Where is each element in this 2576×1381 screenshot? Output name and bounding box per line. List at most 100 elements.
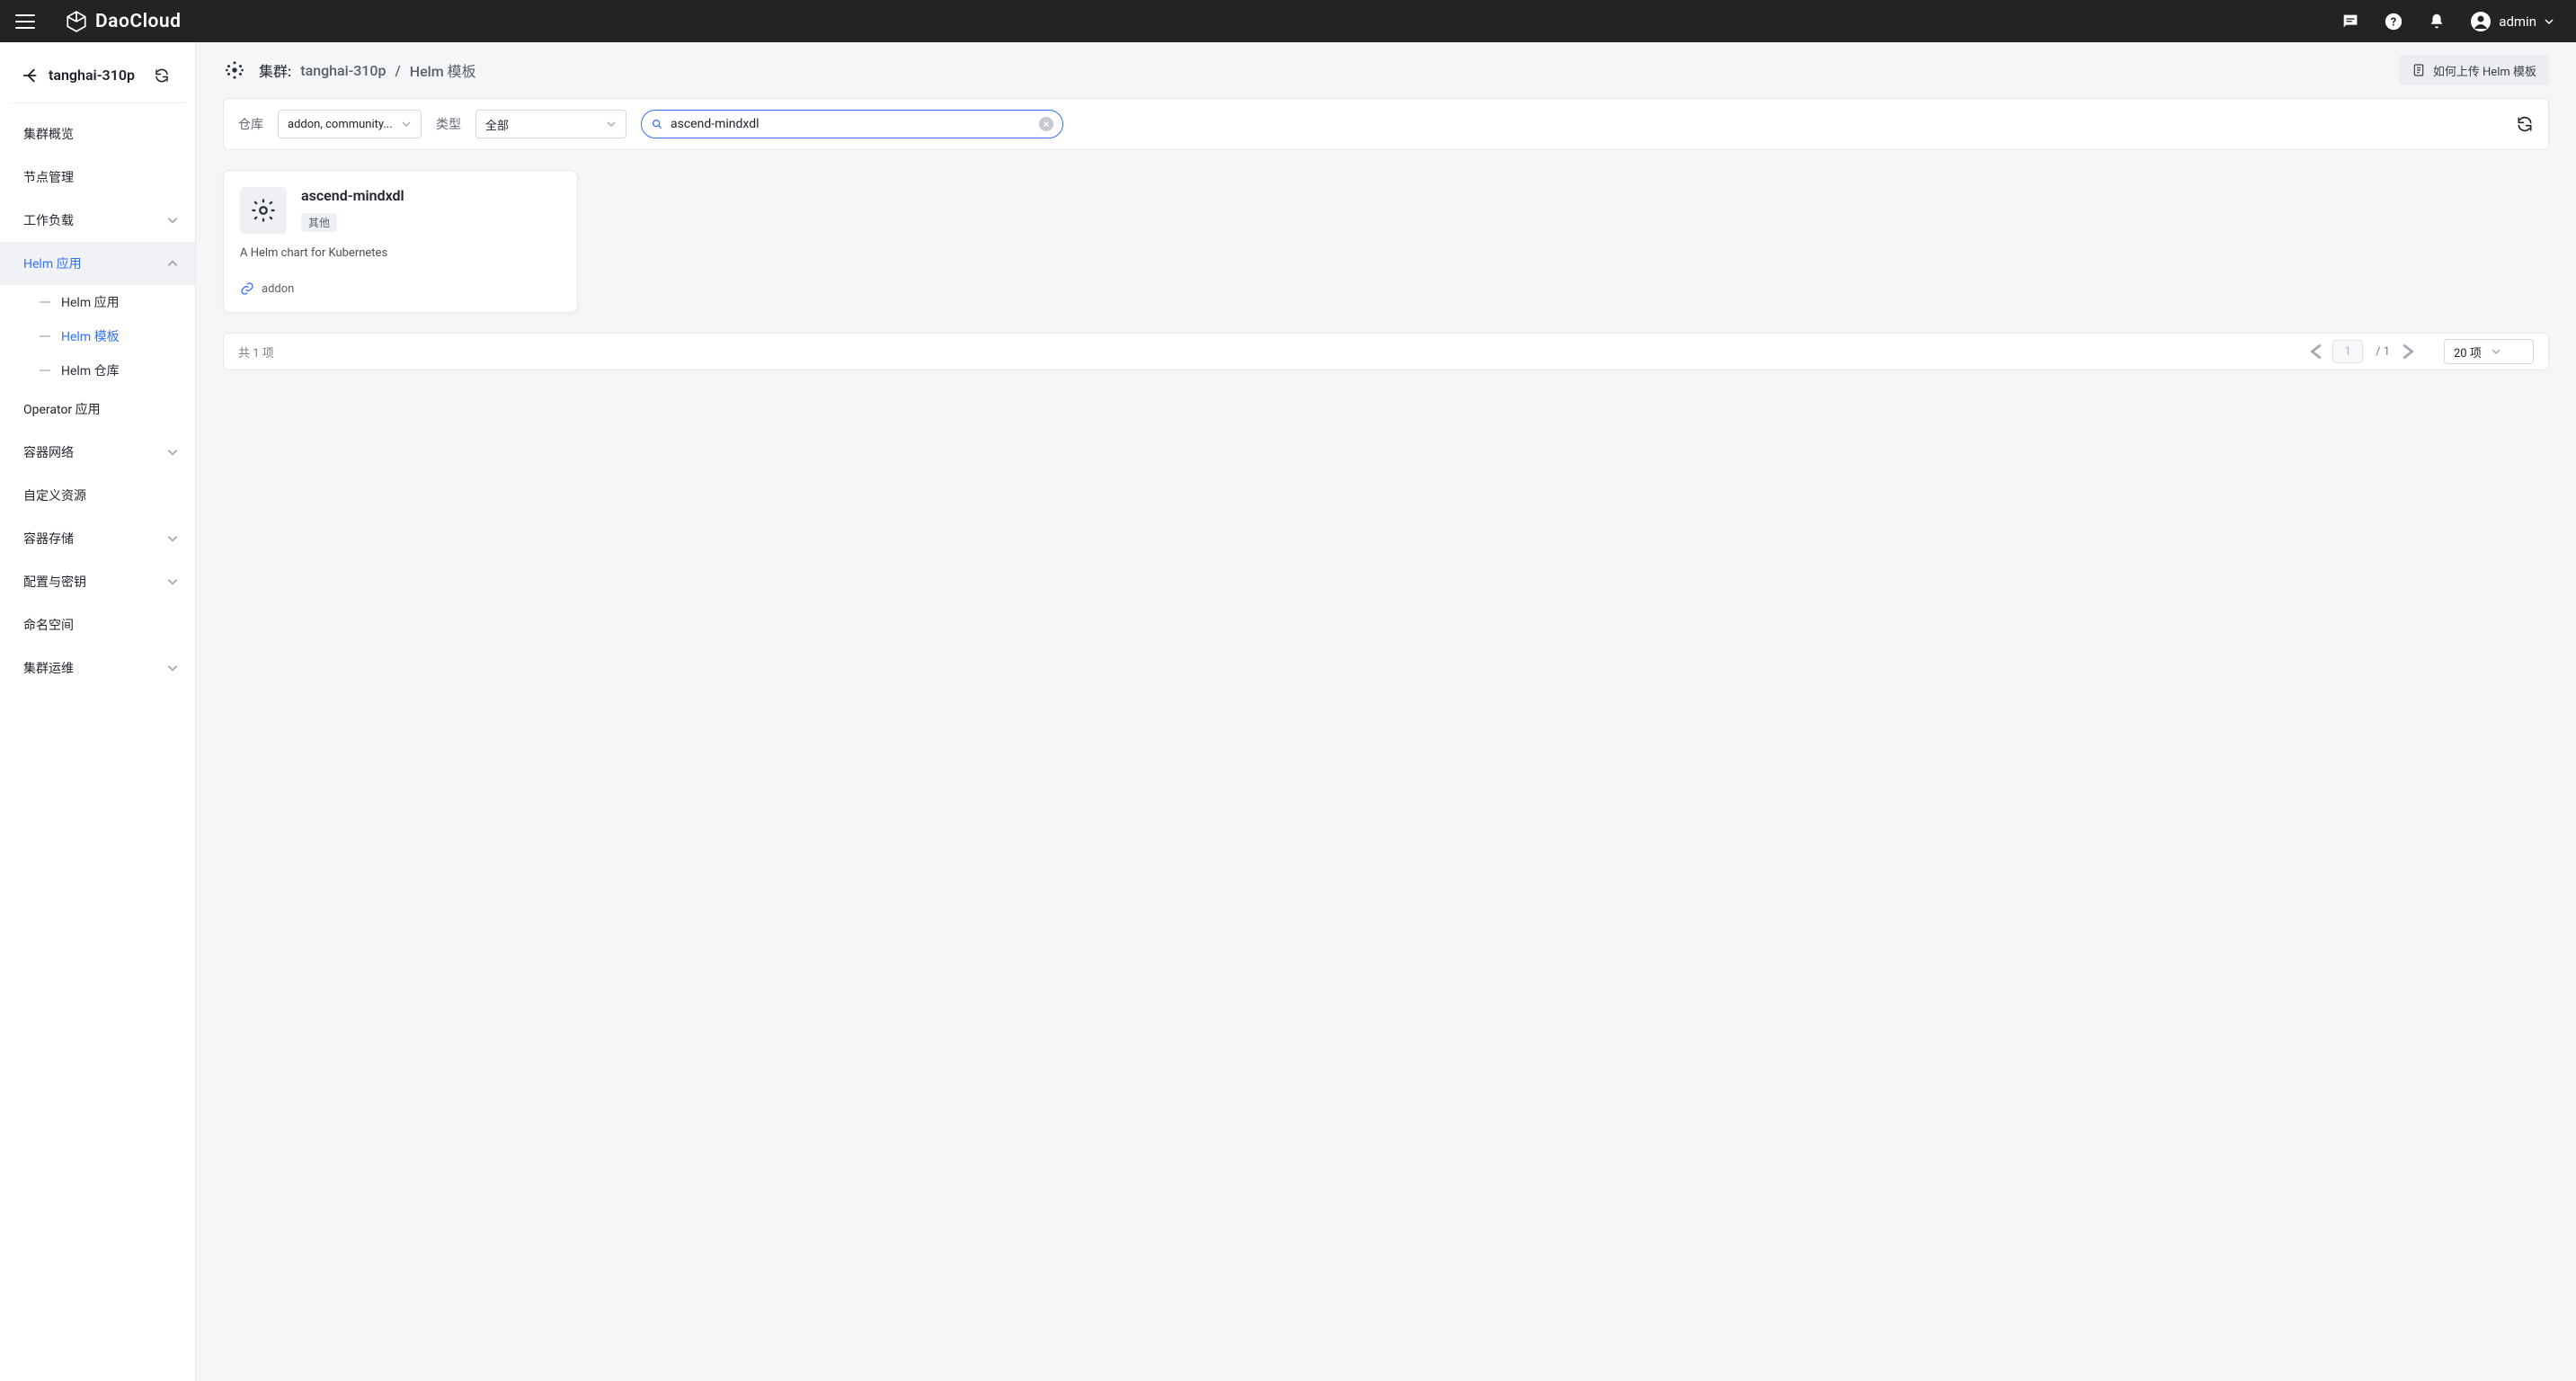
sidebar-subitem-label: Helm 应用 [61, 293, 120, 311]
breadcrumb: 集群: tanghai-310p / Helm 模板 [259, 59, 476, 81]
cluster-icon [223, 58, 246, 82]
sidebar-item-label: Helm 应用 [23, 254, 82, 272]
sidebar-item[interactable]: 工作负载 [0, 199, 195, 242]
notifications-icon[interactable] [2427, 12, 2447, 31]
pager-current-page[interactable]: 1 [2332, 340, 2363, 363]
dash-icon [40, 335, 50, 337]
pager: 共 1 项 1 / 1 20 项 [223, 333, 2549, 370]
user-name: admin [2499, 13, 2536, 30]
user-avatar-icon [2470, 11, 2492, 32]
chart-desc: A Helm chart for Kubernetes [240, 246, 561, 260]
sidebar: tanghai-310p 集群概览节点管理工作负载 Helm 应用 Helm 应用 H… [0, 42, 196, 1381]
back-button[interactable] [22, 66, 41, 85]
dash-icon [40, 370, 50, 371]
sidebar-item-label: 自定义资源 [23, 486, 86, 504]
chart-footer: addon [240, 281, 561, 296]
breadcrumb-leaf: Helm 模板 [410, 59, 476, 81]
menu-toggle-button[interactable] [13, 9, 38, 34]
reload-button[interactable] [2516, 115, 2534, 133]
pager-next-button[interactable] [2397, 342, 2417, 361]
sidebar-item[interactable]: 容器存储 [0, 517, 195, 560]
pager-size-select[interactable]: 20 项 [2444, 339, 2534, 364]
brand-logo-icon [65, 10, 88, 33]
dash-icon [40, 301, 50, 303]
refresh-button[interactable] [154, 67, 170, 84]
link-icon [240, 281, 254, 296]
chevron-down-icon [166, 446, 179, 459]
filter-repo-value: addon, community... [288, 118, 394, 131]
sidebar-item-label: 容器存储 [23, 530, 74, 548]
sidebar-item[interactable]: Helm 应用 [0, 242, 195, 285]
chart-thumb [240, 187, 287, 234]
gear-icon [250, 197, 277, 224]
filter-type-select[interactable]: 全部 [475, 110, 626, 138]
sidebar-item[interactable]: Operator 应用 [0, 388, 195, 431]
sidebar-item-label: Operator 应用 [23, 400, 101, 418]
sidebar-item[interactable]: 自定义资源 [0, 474, 195, 517]
sidebar-menu: 集群概览节点管理工作负载 Helm 应用 Helm 应用 Helm 模板 Helm 仓库… [0, 109, 195, 1381]
brand-name: DaoCloud [95, 11, 181, 32]
breadcrumb-bar: 集群: tanghai-310p / Helm 模板 如何上传 Helm 模板 [196, 42, 2576, 98]
sidebar-item[interactable]: 节点管理 [0, 156, 195, 199]
card-grid: ascend-mindxdl 其他 A Helm chart for Kuberne… [223, 170, 2549, 313]
sidebar-item-label: 命名空间 [23, 616, 74, 634]
filter-repo-select[interactable]: addon, community... [278, 110, 422, 138]
sidebar-item-label: 配置与密钥 [23, 573, 86, 591]
filter-type-label: 类型 [436, 115, 461, 133]
sidebar-item-label: 节点管理 [23, 168, 74, 186]
sidebar-cluster-name: tanghai-310p [49, 67, 154, 84]
chevron-down-icon [166, 575, 179, 588]
user-menu[interactable]: admin [2470, 11, 2554, 32]
howto-upload-button[interactable]: 如何上传 Helm 模板 [2399, 55, 2549, 85]
sidebar-subitem[interactable]: Helm 模板 [13, 319, 195, 353]
sidebar-item[interactable]: 配置与密钥 [0, 560, 195, 603]
doc-icon [2412, 63, 2426, 77]
search-box[interactable] [641, 110, 1063, 138]
topbar-actions: ? admin [2341, 11, 2554, 32]
pager-total-pages: / 1 [2376, 345, 2390, 359]
chevron-down-icon [166, 214, 179, 227]
filter-type-value: 全部 [485, 116, 599, 133]
chart-repo: addon [262, 282, 294, 296]
chevron-down-icon [2491, 346, 2501, 357]
chart-title: ascend-mindxdl [301, 187, 404, 204]
clear-search-button[interactable] [1039, 117, 1053, 131]
main: 集群: tanghai-310p / Helm 模板 如何上传 Helm 模板 … [196, 42, 2576, 1381]
sidebar-subitem-label: Helm 仓库 [61, 361, 120, 379]
brand[interactable]: DaoCloud [65, 10, 181, 33]
chevron-down-icon [166, 662, 179, 674]
sidebar-subitem[interactable]: Helm 应用 [13, 285, 195, 319]
sidebar-item[interactable]: 命名空间 [0, 603, 195, 646]
filter-repo-label: 仓库 [238, 115, 263, 133]
breadcrumb-prefix: 集群: [259, 59, 291, 81]
chevron-down-icon [401, 119, 412, 129]
sidebar-item[interactable]: 容器网络 [0, 431, 195, 474]
topbar: DaoCloud ? admin [0, 0, 2576, 42]
chevron-down-icon [2544, 16, 2554, 27]
svg-text:?: ? [2391, 15, 2396, 29]
chevron-up-icon [166, 257, 179, 270]
pager-size-label: 20 项 [2454, 343, 2482, 361]
sidebar-item-label: 工作负载 [23, 211, 74, 229]
sidebar-item-label: 集群概览 [23, 125, 74, 143]
messages-icon[interactable] [2341, 12, 2360, 31]
howto-label: 如何上传 Helm 模板 [2433, 62, 2536, 79]
sidebar-item[interactable]: 集群概览 [0, 112, 195, 156]
pager-total: 共 1 项 [238, 343, 274, 361]
sidebar-item-label: 集群运维 [23, 659, 74, 677]
chart-tag: 其他 [301, 213, 337, 232]
breadcrumb-cluster[interactable]: tanghai-310p [300, 62, 386, 79]
help-icon[interactable]: ? [2384, 12, 2403, 31]
filter-bar: 仓库 addon, community... 类型 全部 [223, 98, 2549, 150]
search-input[interactable] [671, 111, 1032, 138]
helm-chart-card[interactable]: ascend-mindxdl 其他 A Helm chart for Kuberne… [223, 170, 578, 313]
chevron-down-icon [606, 119, 617, 129]
chevron-down-icon [166, 532, 179, 545]
sidebar-header: tanghai-310p [9, 48, 186, 103]
sidebar-subitem[interactable]: Helm 仓库 [13, 353, 195, 388]
pager-prev-button[interactable] [2307, 342, 2327, 361]
sidebar-subitem-label: Helm 模板 [61, 327, 120, 345]
sidebar-item[interactable]: 集群运维 [0, 646, 195, 690]
sidebar-item-label: 容器网络 [23, 443, 74, 461]
search-icon [651, 118, 663, 130]
